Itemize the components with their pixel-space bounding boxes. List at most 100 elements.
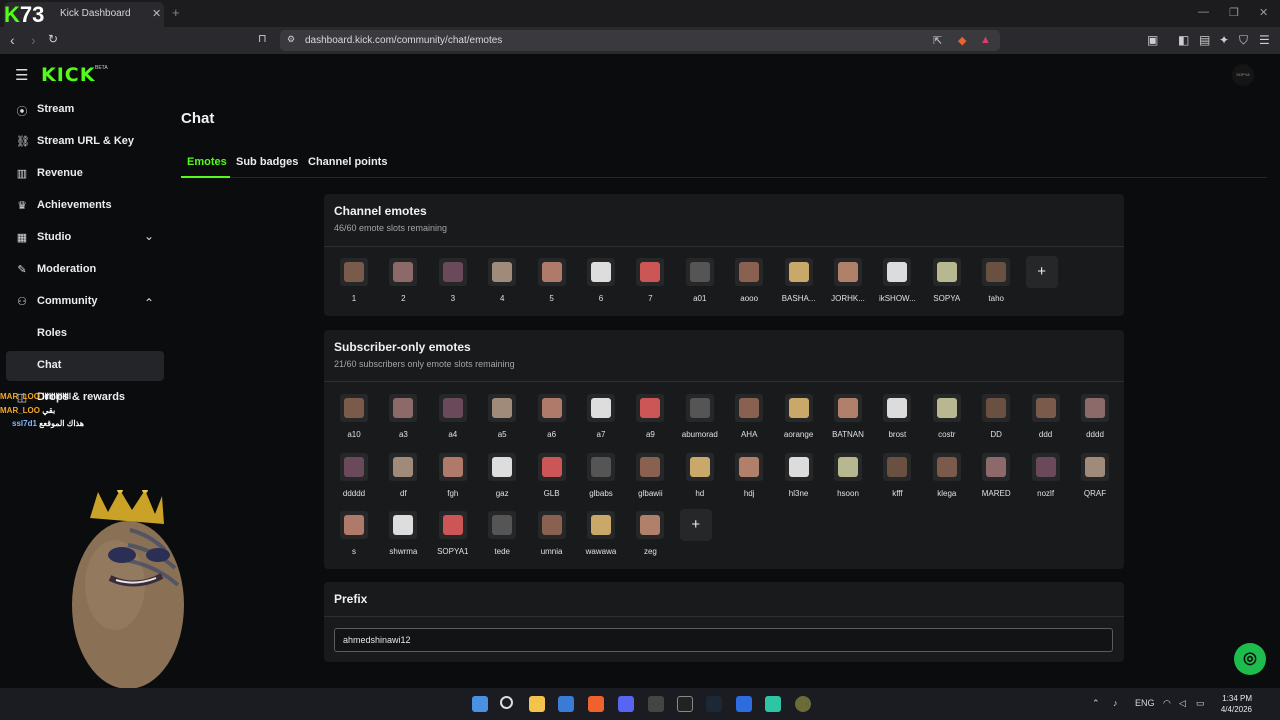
menu-icon[interactable]: ☰ xyxy=(15,66,28,84)
app-icon[interactable] xyxy=(736,696,752,712)
url-field[interactable]: ⚙ dashboard.kick.com/community/chat/emot… xyxy=(280,30,1000,51)
emote-item[interactable]: SOPYA1 xyxy=(433,511,473,561)
emote-item[interactable]: a9 xyxy=(630,394,670,444)
emote-item[interactable]: BASHA... xyxy=(779,258,819,308)
emote-item[interactable]: 4 xyxy=(482,258,522,308)
share-icon[interactable]: ⇱ xyxy=(933,34,942,47)
emote-item[interactable]: glbabs xyxy=(581,452,621,503)
sidebar-item-community[interactable]: ⚇ Community ⌃ xyxy=(6,287,164,317)
emote-item[interactable]: DD xyxy=(976,394,1016,444)
volume-icon[interactable]: ◁ xyxy=(1179,698,1186,709)
emote-item[interactable]: a4 xyxy=(433,394,473,444)
emote-item[interactable]: ddddd xyxy=(334,452,374,503)
emote-item[interactable]: QRAF xyxy=(1075,452,1115,503)
add-emote-button[interactable]: + xyxy=(679,509,712,541)
clock[interactable]: 1:34 PM 4/4/2026 xyxy=(1218,693,1252,715)
tab-sub-badges[interactable]: Sub badges xyxy=(236,156,298,168)
emote-item[interactable]: kfff xyxy=(877,452,917,503)
emote-item[interactable]: df xyxy=(383,452,423,503)
add-emote-button[interactable]: + xyxy=(1025,256,1058,288)
emote-item[interactable]: JORHK... xyxy=(828,258,868,308)
emote-item[interactable]: aooo xyxy=(729,258,769,308)
emote-item[interactable]: taho xyxy=(976,258,1016,308)
emote-item[interactable]: AHA xyxy=(729,394,769,444)
sidebar-item-studio[interactable]: ▦ Studio ⌄ xyxy=(6,223,164,253)
emote-item[interactable]: 6 xyxy=(581,258,621,308)
chevron-up-icon[interactable]: ⌃ xyxy=(1092,698,1100,709)
start-icon[interactable] xyxy=(472,696,488,712)
emote-item[interactable]: umnia xyxy=(532,511,572,561)
bookmark-icon[interactable]: ⊓ xyxy=(258,32,267,45)
avatar[interactable]: SOPYA xyxy=(1232,64,1254,86)
search-icon[interactable] xyxy=(500,696,513,709)
emote-item[interactable]: 5 xyxy=(532,258,572,308)
minimize-icon[interactable]: — xyxy=(1198,6,1209,18)
sidebar-item-stream[interactable]: ⦿ Stream xyxy=(6,95,164,125)
forward-icon[interactable]: › xyxy=(31,32,36,48)
sidebar-toggle-icon[interactable]: ◧ xyxy=(1178,33,1189,47)
brave-shield-icon[interactable]: ◆ xyxy=(958,34,966,47)
emote-item[interactable]: a3 xyxy=(383,394,423,444)
emote-item[interactable]: abumorad xyxy=(680,394,720,444)
language-indicator[interactable]: ENG xyxy=(1135,698,1155,708)
emote-item[interactable]: a6 xyxy=(532,394,572,444)
restore-icon[interactable]: ❐ xyxy=(1229,6,1239,19)
microphone-icon[interactable]: ♪ xyxy=(1113,698,1118,708)
emote-item[interactable]: hsoon xyxy=(828,452,868,503)
sidebar-item-chat[interactable]: Chat xyxy=(6,351,164,381)
wallet-icon[interactable]: ▤ xyxy=(1199,33,1210,47)
tab-channel-points[interactable]: Channel points xyxy=(308,156,387,168)
emote-item[interactable]: wawawa xyxy=(581,511,621,561)
close-window-icon[interactable]: ✕ xyxy=(1259,6,1268,19)
tab-emotes[interactable]: Emotes xyxy=(187,156,227,168)
app-icon[interactable] xyxy=(765,696,781,712)
app-icon[interactable] xyxy=(795,696,811,712)
wifi-icon[interactable]: ◠ xyxy=(1163,698,1171,709)
emote-item[interactable]: fgh xyxy=(433,452,473,503)
emote-item[interactable]: 7 xyxy=(630,258,670,308)
emote-item[interactable]: glbawii xyxy=(630,452,670,503)
chevron-up-icon[interactable]: ⌃ xyxy=(144,296,154,310)
file-explorer-icon[interactable] xyxy=(529,696,545,712)
battery-icon[interactable]: ▭ xyxy=(1196,698,1205,709)
brave-rewards-icon[interactable]: ▲ xyxy=(980,34,991,46)
emote-item[interactable]: tede xyxy=(482,511,522,561)
emote-item[interactable]: 1 xyxy=(334,258,374,308)
emote-item[interactable]: hdj xyxy=(729,452,769,503)
epic-games-icon[interactable] xyxy=(677,696,693,712)
vpn-icon[interactable]: ⛉ xyxy=(1239,33,1248,48)
sidebar-item-stream-url-key[interactable]: ⛓ Stream URL & Key xyxy=(6,127,164,157)
browser-menu-icon[interactable]: ☰ xyxy=(1259,33,1270,47)
emote-item[interactable]: GLB xyxy=(532,452,572,503)
prefix-input[interactable]: ahmedshinawi12 xyxy=(334,628,1113,652)
sidebar-item-revenue[interactable]: ▥ Revenue xyxy=(6,159,164,189)
brave-icon[interactable] xyxy=(588,696,604,712)
emote-item[interactable]: ikSHOW... xyxy=(877,258,917,308)
sidebar-item-achievements[interactable]: ♛ Achievements xyxy=(6,191,164,221)
new-tab-icon[interactable]: + xyxy=(172,5,180,20)
chevron-down-icon[interactable]: ⌄ xyxy=(144,229,154,243)
app-icon[interactable] xyxy=(648,696,664,712)
discord-icon[interactable] xyxy=(618,696,634,712)
emote-item[interactable]: 3 xyxy=(433,258,473,308)
steam-icon[interactable] xyxy=(706,696,722,712)
emote-item[interactable]: shwrma xyxy=(383,511,423,561)
kick-logo[interactable]: KICK xyxy=(41,64,95,86)
emote-item[interactable]: a01 xyxy=(680,258,720,308)
emote-item[interactable]: hl3ne xyxy=(779,452,819,503)
emote-item[interactable]: aorange xyxy=(779,394,819,444)
back-icon[interactable]: ‹ xyxy=(10,32,15,48)
emote-item[interactable]: ddd xyxy=(1026,394,1066,444)
reader-icon[interactable]: ▣ xyxy=(1147,33,1158,47)
emote-item[interactable]: SOPYA xyxy=(927,258,967,308)
leo-ai-icon[interactable]: ✦ xyxy=(1219,33,1229,47)
close-tab-icon[interactable]: ✕ xyxy=(152,7,161,20)
emote-item[interactable]: klega xyxy=(927,452,967,503)
sidebar-item-moderation[interactable]: ✎ Moderation xyxy=(6,255,164,285)
emote-item[interactable]: MARED xyxy=(976,452,1016,503)
store-icon[interactable] xyxy=(558,696,574,712)
emote-item[interactable]: brost xyxy=(877,394,917,444)
emote-item[interactable]: dddd xyxy=(1075,394,1115,444)
emote-item[interactable]: hd xyxy=(680,452,720,503)
emote-item[interactable]: BATNAN xyxy=(828,394,868,444)
